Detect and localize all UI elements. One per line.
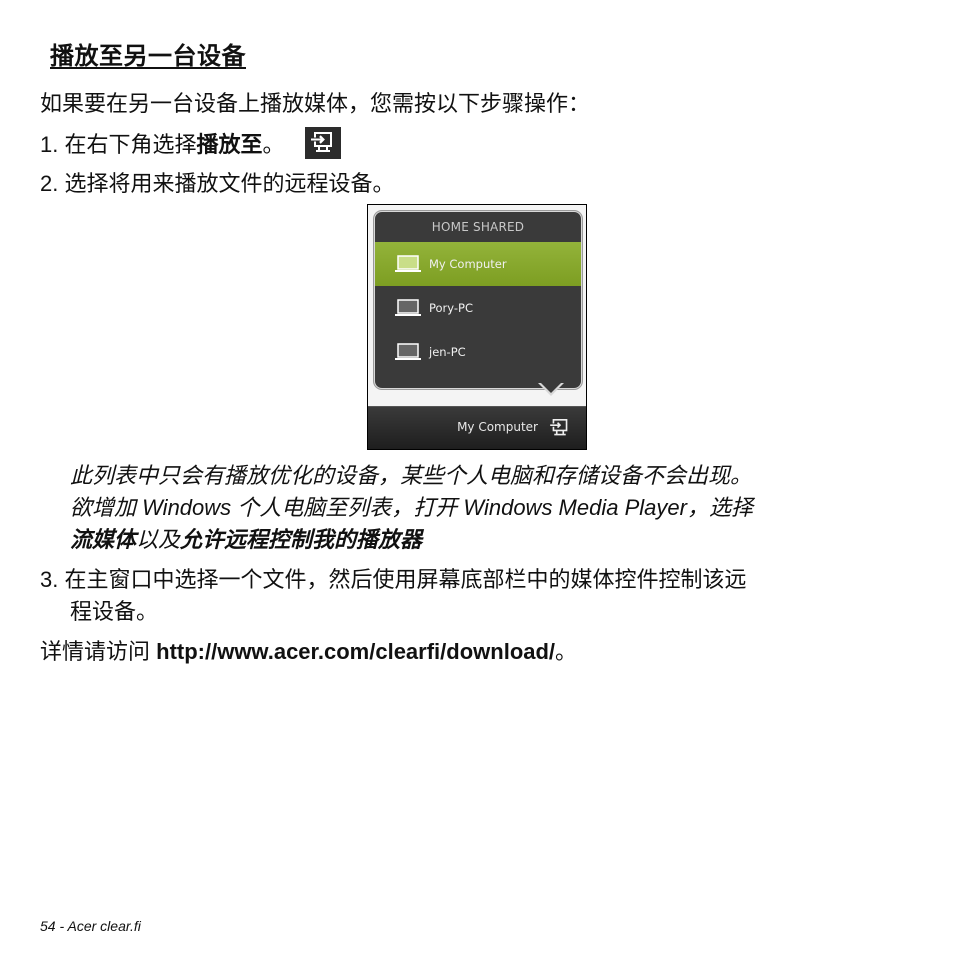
- note-line-1: 此列表中只会有播放优化的设备，某些个人电脑和存储设备不会出现。: [70, 463, 753, 488]
- section-title: 播放至另一台设备: [50, 43, 246, 70]
- popup-header: HOME SHARED: [431, 220, 525, 234]
- note-connector: 以及: [136, 527, 181, 552]
- intro-text: 如果要在另一台设备上播放媒体，您需按以下步骤操作：: [40, 91, 591, 116]
- device-name: jen-PC: [429, 345, 466, 359]
- play-to-popup-screenshot: HOME SHARED My Computer Pory-PC jen-PC M: [367, 204, 587, 450]
- device-item-my-computer[interactable]: My Computer: [375, 242, 581, 286]
- step-text: 在主窗口中选择一个文件，然后使用屏幕底部栏中的媒体控件控制该远: [64, 567, 747, 592]
- step-number: 3.: [40, 567, 59, 592]
- laptop-icon: [395, 299, 421, 316]
- taskbar-current-device[interactable]: My Computer: [457, 420, 538, 434]
- device-item-pory-pc[interactable]: Pory-PC: [375, 286, 581, 330]
- note-line-3: 流媒体以及允许远程控制我的播放器: [70, 524, 422, 556]
- step-text: 在右下角选择: [64, 131, 197, 157]
- popup-tail-inner: [540, 382, 562, 393]
- more-info: 详情请访问 http://www.acer.com/clearfi/downlo…: [40, 638, 577, 666]
- play-to-icon: [304, 127, 341, 159]
- taskbar: My Computer: [368, 406, 586, 449]
- step-3: 3. 在主窗口中选择一个文件，然后使用屏幕底部栏中的媒体控件控制该远: [40, 566, 747, 594]
- device-name: My Computer: [429, 257, 507, 271]
- note-line-2: 欲增加 Windows 个人电脑至列表，打开 Windows Media Pla…: [70, 495, 753, 520]
- laptop-icon: [395, 255, 421, 272]
- more-info-prefix: 详情请访问: [40, 639, 157, 664]
- page-footer: 54 - Acer clear.fi: [40, 918, 141, 934]
- step-text: 选择将用来播放文件的远程设备。: [64, 171, 395, 196]
- step-3-continued: 程设备。: [70, 599, 159, 624]
- device-list-popup: HOME SHARED My Computer Pory-PC jen-PC: [374, 211, 582, 389]
- step-1: 1. 在右下角选择播放至。: [40, 127, 341, 162]
- step-number: 2.: [40, 171, 59, 196]
- step-2: 2. 选择将用来播放文件的远程设备。: [40, 170, 395, 198]
- allow-remote-control-option: 允许远程控制我的播放器: [180, 527, 423, 552]
- play-to-icon[interactable]: [550, 419, 570, 437]
- device-name: Pory-PC: [429, 301, 474, 315]
- play-to-label: 播放至: [196, 131, 263, 157]
- more-info-suffix: 。: [555, 639, 578, 664]
- download-link[interactable]: http://www.acer.com/clearfi/download/: [156, 639, 555, 664]
- streaming-option: 流媒体: [70, 527, 137, 552]
- step-punct: 。: [262, 131, 285, 157]
- device-item-jen-pc[interactable]: jen-PC: [375, 330, 581, 374]
- laptop-icon: [395, 343, 421, 360]
- step-number: 1.: [40, 131, 59, 157]
